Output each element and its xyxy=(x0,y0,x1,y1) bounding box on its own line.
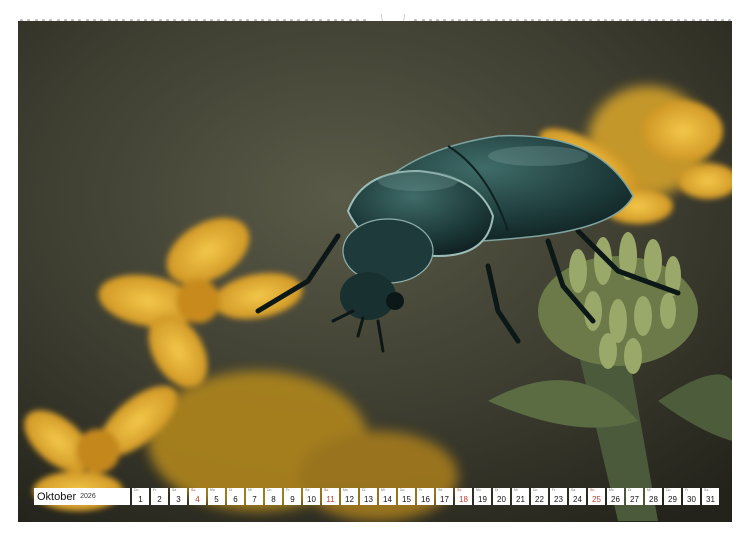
day-cell: Do 1 xyxy=(132,488,149,505)
day-number: 25 xyxy=(592,495,601,504)
weekday-label: So xyxy=(590,488,595,492)
weekday-label: Mi xyxy=(248,488,252,492)
day-number: 12 xyxy=(345,495,354,504)
weekday-label: Do xyxy=(267,488,272,492)
weekday-label: Sa xyxy=(305,488,310,492)
day-number: 24 xyxy=(573,495,582,504)
day-cell: Fr 2 xyxy=(151,488,168,505)
weekday-label: Sa xyxy=(704,488,709,492)
day-cell: So 25 xyxy=(588,488,605,505)
day-cell: Mi 21 xyxy=(512,488,529,505)
day-number: 4 xyxy=(195,495,200,504)
day-number: 30 xyxy=(687,495,696,504)
day-number: 20 xyxy=(497,495,506,504)
day-cell: Mo 26 xyxy=(607,488,624,505)
day-number: 9 xyxy=(290,495,295,504)
day-cell: Fr 30 xyxy=(683,488,700,505)
day-number: 14 xyxy=(383,495,392,504)
day-number: 15 xyxy=(402,495,411,504)
beetle-photo xyxy=(18,21,732,522)
day-cell: Mi 14 xyxy=(379,488,396,505)
day-cell: Fr 23 xyxy=(550,488,567,505)
day-number: 22 xyxy=(535,495,544,504)
month-label-cell: Oktober 2026 xyxy=(34,488,130,505)
weekday-label: Mo xyxy=(609,488,614,492)
day-cell: Mi 7 xyxy=(246,488,263,505)
day-number: 7 xyxy=(252,495,257,504)
day-cell: Sa 24 xyxy=(569,488,586,505)
day-cell: Do 8 xyxy=(265,488,282,505)
day-cell: So 11 xyxy=(322,488,339,505)
day-number: 19 xyxy=(478,495,487,504)
weekday-label: Do xyxy=(134,488,139,492)
day-cell: Di 13 xyxy=(360,488,377,505)
weekday-label: Mi xyxy=(381,488,385,492)
day-number: 16 xyxy=(421,495,430,504)
weekday-label: Di xyxy=(229,488,233,492)
day-cell: Mi 28 xyxy=(645,488,662,505)
day-cell: Do 15 xyxy=(398,488,415,505)
day-cell: Sa 10 xyxy=(303,488,320,505)
weekday-label: Do xyxy=(400,488,405,492)
weekday-label: Di xyxy=(362,488,366,492)
weekday-label: Mi xyxy=(514,488,518,492)
day-number: 29 xyxy=(668,495,677,504)
weekday-label: Mo xyxy=(210,488,215,492)
day-number: 10 xyxy=(307,495,316,504)
day-cell: Sa 31 xyxy=(702,488,719,505)
day-number: 8 xyxy=(271,495,276,504)
weekday-label: So xyxy=(324,488,329,492)
day-number: 11 xyxy=(326,495,335,504)
day-number: 23 xyxy=(554,495,563,504)
day-number: 27 xyxy=(630,495,639,504)
day-cell: Fr 9 xyxy=(284,488,301,505)
day-number: 13 xyxy=(364,495,373,504)
day-number: 17 xyxy=(440,495,449,504)
weekday-label: Do xyxy=(666,488,671,492)
weekday-label: Fr xyxy=(419,488,423,492)
month-name: Oktober xyxy=(37,490,77,503)
beetle-illustration xyxy=(18,21,732,522)
day-cell: Sa 3 xyxy=(170,488,187,505)
weekday-label: Mi xyxy=(647,488,651,492)
day-cell: Sa 17 xyxy=(436,488,453,505)
weekday-label: Di xyxy=(628,488,632,492)
weekday-label: Mo xyxy=(476,488,481,492)
weekday-label: Sa xyxy=(172,488,177,492)
weekday-label: Fr xyxy=(552,488,556,492)
weekday-label: Fr xyxy=(153,488,157,492)
day-number: 6 xyxy=(233,495,238,504)
weekday-label: Fr xyxy=(685,488,689,492)
weekday-label: So xyxy=(191,488,196,492)
day-number: 2 xyxy=(157,495,162,504)
day-number: 18 xyxy=(459,495,468,504)
day-cell: So 4 xyxy=(189,488,206,505)
day-cell: Di 20 xyxy=(493,488,510,505)
day-number: 28 xyxy=(649,495,658,504)
day-cell: Di 6 xyxy=(227,488,244,505)
calendar-strip: Oktober 2026 Do 1 Fr 2 Sa 3 So 4 Mo 5 Di 6 Mi 7 Do 8 Fr 9… xyxy=(34,488,719,505)
weekday-label: Fr xyxy=(286,488,290,492)
day-cell: So 18 xyxy=(455,488,472,505)
weekday-label: Sa xyxy=(438,488,443,492)
day-number: 31 xyxy=(706,495,715,504)
weekday-label: So xyxy=(457,488,462,492)
weekday-label: Do xyxy=(533,488,538,492)
day-number: 5 xyxy=(214,495,219,504)
day-cell: Do 22 xyxy=(531,488,548,505)
day-cell: Fr 16 xyxy=(417,488,434,505)
day-number: 3 xyxy=(176,495,181,504)
day-number: 1 xyxy=(138,495,143,504)
day-cell: Mo 19 xyxy=(474,488,491,505)
weekday-label: Di xyxy=(495,488,499,492)
day-cell: Mo 5 xyxy=(208,488,225,505)
year-label: 2026 xyxy=(80,493,96,500)
day-number: 21 xyxy=(516,495,525,504)
weekday-label: Mo xyxy=(343,488,348,492)
day-number: 26 xyxy=(611,495,620,504)
day-cell: Di 27 xyxy=(626,488,643,505)
day-cell: Mo 12 xyxy=(341,488,358,505)
day-cell: Do 29 xyxy=(664,488,681,505)
weekday-label: Sa xyxy=(571,488,576,492)
